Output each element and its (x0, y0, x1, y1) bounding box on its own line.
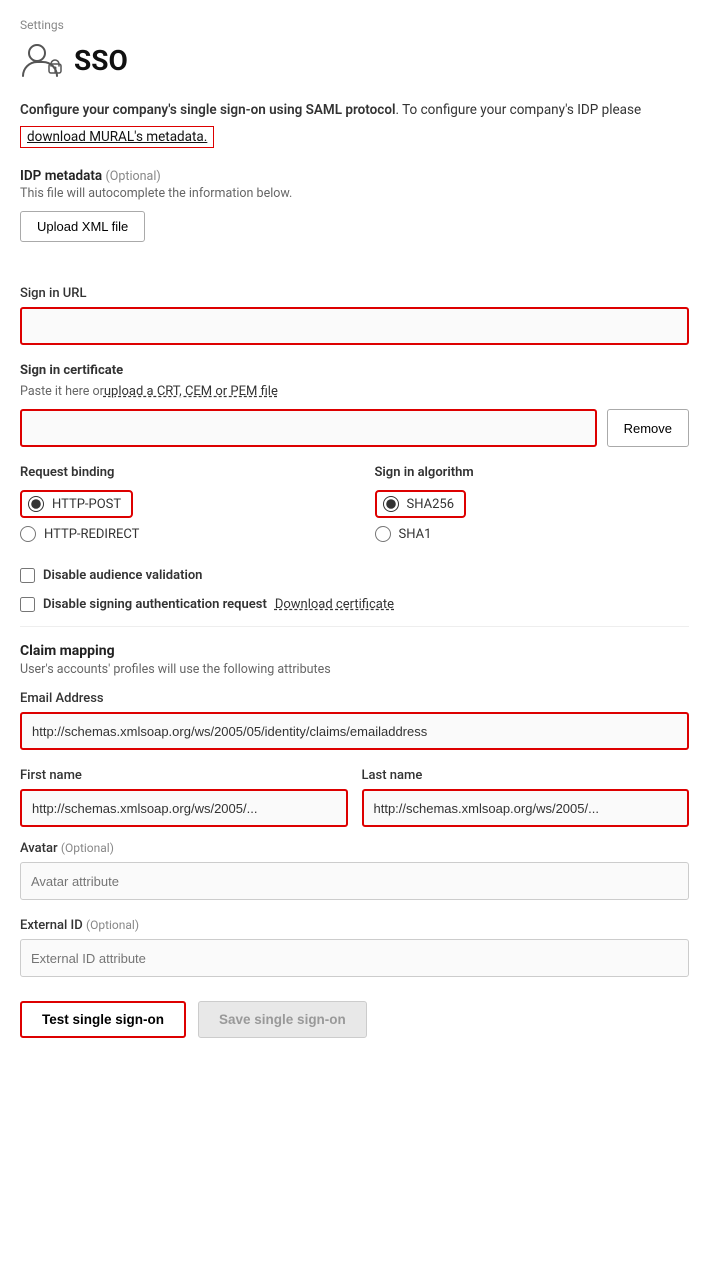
http-redirect-radio[interactable] (20, 526, 36, 542)
name-fields-row: First name Last name (20, 768, 689, 827)
page-title: SSO (74, 44, 128, 77)
idp-metadata-label: IDP metadata (Optional) (20, 168, 689, 184)
sha1-radio[interactable] (375, 526, 391, 542)
disable-signing-checkbox[interactable] (20, 597, 35, 612)
email-input[interactable] (20, 712, 689, 750)
disable-audience-row[interactable]: Disable audience validation (20, 568, 689, 583)
request-binding-section: Request binding HTTP-POST HTTP-REDIRECT (20, 465, 335, 550)
binding-algorithm-section: Request binding HTTP-POST HTTP-REDIRECT … (20, 465, 689, 550)
sign-in-url-field: Sign in URL (20, 286, 689, 345)
sign-in-algorithm-label: Sign in algorithm (375, 465, 690, 480)
idp-metadata-sublabel: This file will autocomplete the informat… (20, 186, 689, 201)
http-post-radio[interactable] (28, 496, 44, 512)
idp-metadata-section: IDP metadata (Optional) This file will a… (20, 168, 689, 264)
claim-mapping-sub: User's accounts' profiles will use the f… (20, 662, 689, 677)
external-id-input[interactable] (20, 939, 689, 977)
external-id-label: External ID (Optional) (20, 918, 689, 933)
breadcrumb: Settings (20, 18, 689, 32)
last-name-field-group: Last name (362, 768, 690, 827)
email-field-group: Email Address (20, 691, 689, 750)
http-redirect-option[interactable]: HTTP-REDIRECT (20, 526, 335, 542)
upload-cert-link[interactable]: upload a CRT, CEM or PEM file (104, 384, 278, 399)
request-binding-label: Request binding (20, 465, 335, 480)
sign-in-cert-field: Sign in certificate Paste it here oruplo… (20, 363, 689, 447)
avatar-label: Avatar (Optional) (20, 841, 689, 856)
disable-audience-label: Disable audience validation (43, 568, 202, 583)
disable-signing-row[interactable]: Disable signing authentication request D… (20, 597, 689, 612)
upload-xml-button[interactable]: Upload XML file (20, 211, 145, 242)
last-name-input[interactable] (362, 789, 690, 827)
sha256-radio[interactable] (383, 496, 399, 512)
cert-input-row: Remove (20, 409, 689, 447)
sha256-bordered: SHA256 (375, 490, 467, 518)
first-name-input[interactable] (20, 789, 348, 827)
disable-signing-label: Disable signing authentication request (43, 597, 267, 612)
avatar-field-group: Avatar (Optional) (20, 841, 689, 900)
first-name-field-group: First name (20, 768, 348, 827)
remove-cert-button[interactable]: Remove (607, 409, 689, 447)
sign-in-cert-input[interactable] (20, 409, 597, 447)
save-sso-button[interactable]: Save single sign-on (198, 1001, 367, 1038)
disable-audience-checkbox[interactable] (20, 568, 35, 583)
avatar-input[interactable] (20, 862, 689, 900)
sha256-option[interactable]: SHA256 (375, 490, 690, 518)
page-header: SSO (20, 38, 689, 82)
sign-in-url-label: Sign in URL (20, 286, 689, 301)
email-label: Email Address (20, 691, 689, 706)
download-certificate-link[interactable]: Download certificate (275, 597, 394, 612)
sha1-option[interactable]: SHA1 (375, 526, 690, 542)
claim-mapping-title: Claim mapping (20, 643, 689, 659)
http-post-bordered: HTTP-POST (20, 490, 133, 518)
http-post-option[interactable]: HTTP-POST (20, 490, 335, 518)
sign-in-cert-sublabel: Paste it here orupload a CRT, CEM or PEM… (20, 384, 689, 399)
description-text: Configure your company's single sign-on … (20, 100, 689, 120)
sign-in-algorithm-section: Sign in algorithm SHA256 SHA1 (375, 465, 690, 550)
bottom-actions: Test single sign-on Save single sign-on (20, 1001, 689, 1038)
sign-in-url-input[interactable] (20, 307, 689, 345)
sso-icon (20, 38, 64, 82)
test-sso-button[interactable]: Test single sign-on (20, 1001, 186, 1038)
external-id-field-group: External ID (Optional) (20, 918, 689, 977)
sign-in-cert-label: Sign in certificate (20, 363, 689, 378)
claim-mapping-section: Claim mapping User's accounts' profiles … (20, 643, 689, 977)
last-name-label: Last name (362, 768, 690, 783)
first-name-label: First name (20, 768, 348, 783)
divider (20, 626, 689, 627)
download-metadata-link[interactable]: download MURAL's metadata. (20, 126, 214, 148)
